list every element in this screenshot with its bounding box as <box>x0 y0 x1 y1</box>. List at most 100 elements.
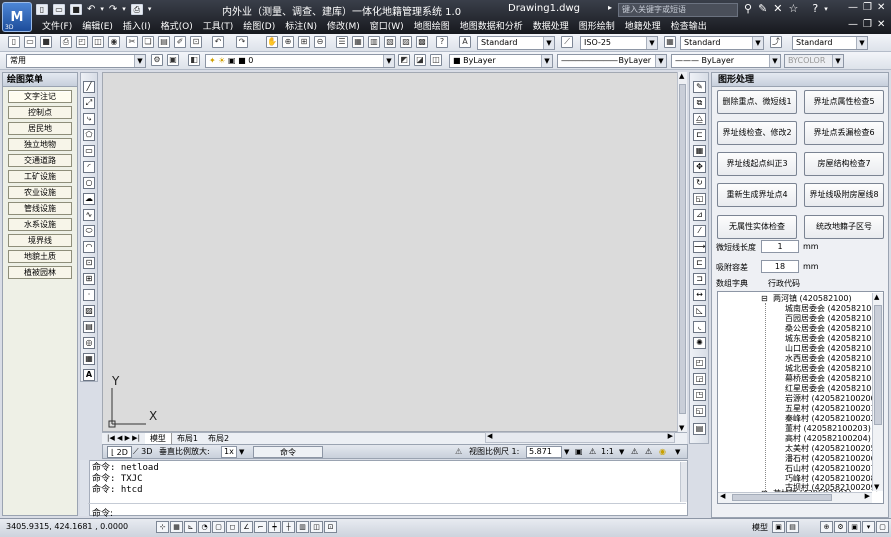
bulb-icon[interactable]: ◉ <box>659 446 666 458</box>
category-pipelines[interactable]: 管线设施 <box>8 202 72 215</box>
tree-item[interactable]: 幕桥居委会 (420582100 <box>785 374 876 384</box>
qat-more-icon[interactable]: ▾ <box>148 5 152 13</box>
vscale-select[interactable]: 1x <box>221 446 237 458</box>
toolbar-lock-icon[interactable]: ▣ <box>848 521 861 533</box>
boundary-line-check-button[interactable]: 界址线检查、修改2 <box>717 121 797 145</box>
revision-cloud-icon[interactable]: ☁ <box>83 193 95 205</box>
arc-icon[interactable]: ◜ <box>83 161 95 173</box>
tree-item[interactable]: 城东居委会 (420582100 <box>785 334 876 344</box>
menu-data-processing[interactable]: 数据处理 <box>528 19 574 32</box>
house-structure-check-button[interactable]: 房屋结构检查7 <box>804 152 884 176</box>
menu-graphic-draw[interactable]: 图形绘制 <box>574 19 620 32</box>
polar-tracking-icon[interactable]: ◔ <box>198 521 211 533</box>
ellipse-arc-icon[interactable]: ◠ <box>83 241 95 253</box>
tree-item[interactable]: 山口居委会 (420582100 <box>785 344 876 354</box>
zoom-window-icon[interactable]: ⊞ <box>298 36 310 48</box>
command-scrollbar[interactable] <box>680 462 687 502</box>
offset-icon[interactable]: ⊏ <box>693 129 706 141</box>
spline-icon[interactable]: ∿ <box>83 209 95 221</box>
model-space-toggle-icon[interactable]: ◫ <box>310 521 323 533</box>
dynamic-input-icon[interactable]: ⌐ <box>254 521 267 533</box>
dim-style-select[interactable]: ISO-25 ▼ <box>580 36 658 50</box>
gradient-icon[interactable]: ▤ <box>83 321 95 333</box>
short-line-input[interactable]: 1 <box>761 240 799 253</box>
fillet-icon[interactable]: ◟ <box>693 321 706 333</box>
lineweight-toggle-icon[interactable]: ┿ <box>268 521 281 533</box>
object-snap-tracking-icon[interactable]: ◻ <box>226 521 239 533</box>
lock-ui-icon[interactable]: ⊡ <box>324 521 337 533</box>
category-text-annotation[interactable]: 文字注记 <box>8 90 72 103</box>
selection-cycling-icon[interactable]: ▥ <box>296 521 309 533</box>
menu-check-output[interactable]: 检查输出 <box>666 19 712 32</box>
zoom-previous-icon[interactable]: ⊖ <box>314 36 326 48</box>
scroll-up-icon[interactable]: ▲ <box>874 293 879 301</box>
scroll-thumb[interactable] <box>732 494 832 501</box>
communication-icon[interactable]: ✎ <box>758 2 767 15</box>
tab-nav-first-icon[interactable]: |◀ ◀ ▶ ▶| <box>102 433 145 444</box>
copy-icon[interactable]: ❏ <box>142 36 154 48</box>
tab-layout2[interactable]: 布局2 <box>203 433 234 444</box>
menu-draw[interactable]: 绘图(D) <box>238 19 280 32</box>
category-residential[interactable]: 居民地 <box>8 122 72 135</box>
multileader-style-icon[interactable]: ⤴ <box>770 36 782 48</box>
ortho-mode-icon[interactable]: ⊾ <box>184 521 197 533</box>
open-file-icon[interactable]: ▭ <box>24 36 36 48</box>
quickcalc-icon[interactable]: ▩ <box>416 36 428 48</box>
boundary-point-missing-check-button[interactable]: 界址点丢漏检查6 <box>804 121 884 145</box>
tree-horizontal-scrollbar[interactable]: ◀ ▶ <box>718 492 872 503</box>
workspace-save-icon[interactable]: ▣ <box>167 54 179 66</box>
quick-properties-icon[interactable]: ┼ <box>282 521 295 533</box>
tree-item[interactable]: 潘石村 (420582100206) <box>785 454 879 464</box>
tree-item[interactable]: 桑公居委会 (420582100 <box>785 324 876 334</box>
mode-2d-button[interactable]: ⌊ 2D <box>107 446 132 458</box>
cursor-coordinates[interactable]: 3405.9315, 424.1681 , 0.0000 <box>6 522 128 531</box>
tool-palettes-icon[interactable]: ▥ <box>368 36 380 48</box>
annotation-scale-icon[interactable]: ⚠ <box>589 446 596 458</box>
annotation-scale-value[interactable]: 1:1 <box>601 446 614 458</box>
help-icon[interactable]: ? <box>812 2 818 15</box>
copy-object-icon[interactable]: ⧉ <box>693 97 706 109</box>
rectangle-icon[interactable]: ▭ <box>83 145 95 157</box>
boundary-point-attr-check-button[interactable]: 界址点属性检查5 <box>804 90 884 114</box>
menu-map-data[interactable]: 地图数据和分析 <box>455 19 528 32</box>
category-boundary[interactable]: 境界线 <box>8 234 72 247</box>
snap-boundary-to-house-button[interactable]: 界址线吸附房屋线8 <box>804 183 884 207</box>
tree-item[interactable]: 红星居委会 (420582100 <box>785 384 876 394</box>
zoom-realtime-icon[interactable]: ⊕ <box>282 36 294 48</box>
draworder-front-icon[interactable]: ◰ <box>693 357 706 369</box>
warning-icon[interactable]: ⚠ <box>455 446 462 458</box>
plot-preview-icon[interactable]: ◰ <box>76 36 88 48</box>
snap-mode-icon[interactable]: ⊹ <box>156 521 169 533</box>
plotstyle-select[interactable]: BYCOLOR ▼ <box>784 54 844 68</box>
multiline-text-icon[interactable]: A <box>83 369 95 381</box>
layer-select[interactable]: ✦ ☀ ▣ ■ 0 ▼ <box>205 54 395 68</box>
viewscale-dropdown-icon[interactable]: ▼ <box>564 446 569 458</box>
circle-icon[interactable]: ○ <box>83 177 95 189</box>
tree-item[interactable]: 董村 (420582100203) <box>785 424 871 434</box>
category-independent-feature[interactable]: 独立地物 <box>8 138 72 151</box>
command-window[interactable] <box>80 460 688 516</box>
help-search-input[interactable]: 键入关键字或短语 <box>618 3 738 17</box>
menu-tools[interactable]: 工具(T) <box>198 19 239 32</box>
menu-map-draw[interactable]: 地图绘图 <box>409 19 455 32</box>
scroll-thumb[interactable] <box>679 84 686 414</box>
line-icon[interactable]: ╱ <box>83 81 95 93</box>
category-industrial[interactable]: 工矿设施 <box>8 170 72 183</box>
tree-root-node[interactable]: 两河镇 (420582100) <box>773 294 852 304</box>
print-icon[interactable]: ⎙ <box>130 3 143 15</box>
minimize-icon[interactable]: — <box>848 2 858 13</box>
doc-minimize-icon[interactable]: — <box>848 19 858 30</box>
undo-icon[interactable]: ↶ <box>87 4 95 15</box>
category-terrain[interactable]: 地貌土质 <box>8 250 72 263</box>
pan-icon[interactable]: ✋ <box>266 36 278 48</box>
extend-icon[interactable]: ⟶ <box>693 241 706 253</box>
change-subzone-number-button[interactable]: 统改地籍子区号 <box>804 215 884 239</box>
redo-tool-icon[interactable]: ↷ <box>236 36 248 48</box>
insert-block-icon[interactable]: ⊡ <box>83 257 95 269</box>
menu-file[interactable]: 文件(F) <box>37 19 77 32</box>
category-control-point[interactable]: 控制点 <box>8 106 72 119</box>
break-icon[interactable]: ⊐ <box>693 273 706 285</box>
delete-duplicate-points-button[interactable]: 删除重点、微短线1 <box>717 90 797 114</box>
save-file-icon[interactable]: ■ <box>40 36 52 48</box>
table-icon[interactable]: ▦ <box>83 353 95 365</box>
